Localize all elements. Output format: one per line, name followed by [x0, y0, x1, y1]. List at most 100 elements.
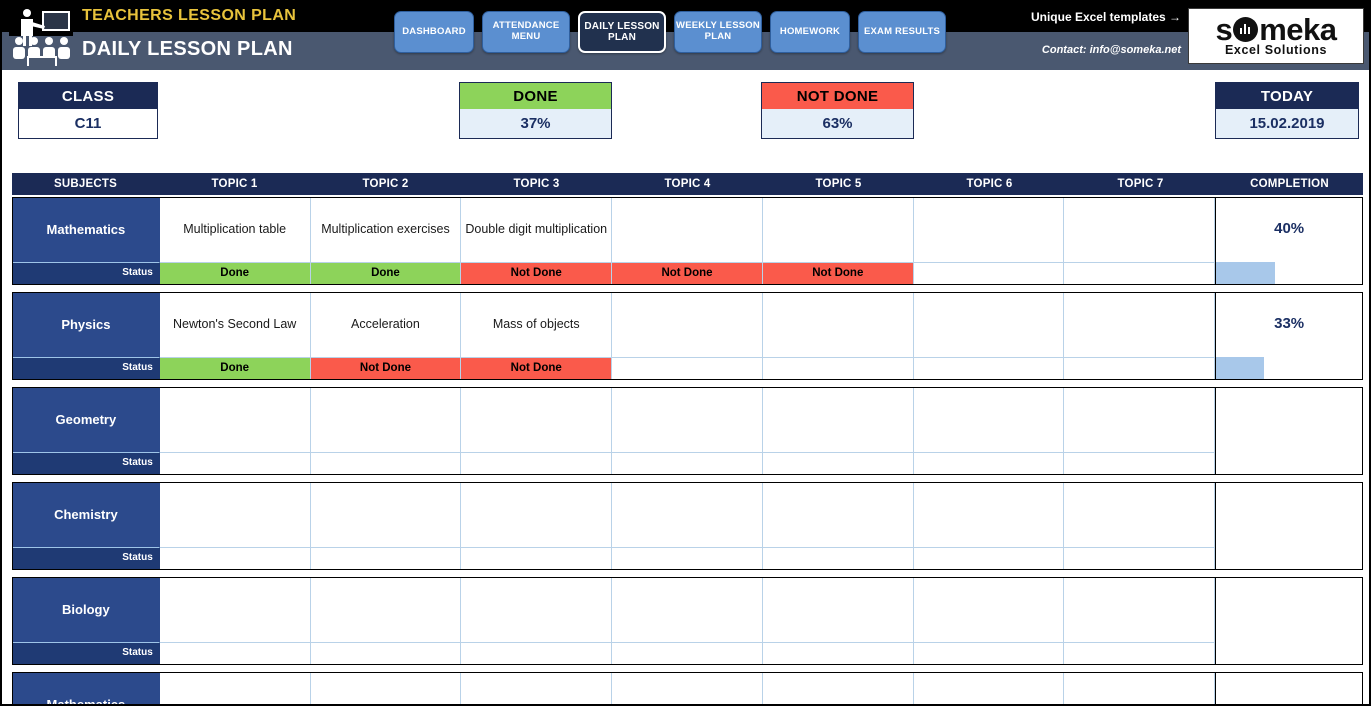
topic-cell[interactable] — [1064, 388, 1216, 452]
subject-group: Mathematics Multiplication table Multiplic… — [12, 197, 1363, 285]
topic-cell[interactable]: Multiplication exercises — [311, 198, 462, 262]
topic-cell[interactable] — [160, 388, 311, 452]
status-cell[interactable] — [1064, 642, 1216, 664]
subject-name-cell[interactable]: Mathematics — [13, 198, 160, 262]
status-cell[interactable] — [1064, 262, 1216, 284]
someka-logo[interactable]: s meka Excel Solutions — [1188, 8, 1364, 64]
nav-button-weekly-lesson-plan[interactable]: WEEKLY LESSON PLAN — [674, 11, 762, 53]
status-cell[interactable]: Not Done — [762, 262, 914, 284]
logo-wordmark: s meka — [1215, 14, 1337, 45]
nav-button-daily-lesson-plan[interactable]: DAILY LESSON PLAN — [578, 11, 666, 53]
topic-cell[interactable] — [612, 388, 763, 452]
status-cell[interactable] — [310, 547, 462, 569]
topic-cell[interactable] — [1064, 198, 1216, 262]
topic-cell[interactable] — [612, 293, 763, 357]
nav-button-homework[interactable]: HOMEWORK — [770, 11, 850, 53]
topic-cell[interactable] — [612, 198, 763, 262]
subject-name-cell[interactable]: Biology — [13, 578, 160, 642]
topic-cell[interactable] — [763, 388, 914, 452]
status-cell[interactable] — [612, 642, 763, 664]
status-label: Status — [13, 262, 160, 284]
topic-cell[interactable]: Newton's Second Law — [160, 293, 311, 357]
subject-name-cell[interactable]: Geometry — [13, 388, 160, 452]
topic-cell[interactable] — [914, 578, 1065, 642]
status-cell[interactable] — [913, 357, 1065, 379]
status-cell[interactable]: Done — [159, 262, 311, 284]
status-cell[interactable] — [1064, 357, 1216, 379]
topic-cell[interactable] — [461, 483, 613, 547]
topic-cell[interactable] — [914, 293, 1065, 357]
status-cell[interactable] — [762, 642, 914, 664]
status-cell[interactable] — [461, 547, 613, 569]
topic-cell[interactable] — [461, 578, 613, 642]
topic-cell[interactable] — [1064, 293, 1216, 357]
topic-cell[interactable] — [612, 673, 763, 704]
status-row: Status Done Done Not Done Not Done Not Done — [13, 262, 1363, 284]
status-cell[interactable] — [762, 547, 914, 569]
status-cell[interactable] — [913, 452, 1065, 474]
completion-progress-bar — [1215, 452, 1363, 474]
nav-button-attendance-menu[interactable]: ATTENDANCE MENU — [482, 11, 570, 53]
topic-cell[interactable] — [1064, 578, 1216, 642]
subject-name-cell[interactable]: Mathematics — [13, 673, 160, 704]
topic-cell[interactable]: Multiplication table — [160, 198, 311, 262]
nav-button-dashboard[interactable]: DASHBOARD — [394, 11, 474, 53]
status-cell[interactable] — [612, 547, 763, 569]
status-cell[interactable]: Not Done — [461, 262, 613, 284]
status-cell[interactable] — [1064, 452, 1216, 474]
topic-cell[interactable] — [311, 388, 462, 452]
topic-cell[interactable] — [914, 198, 1065, 262]
topic-cell[interactable] — [160, 578, 311, 642]
topic-cell[interactable] — [763, 483, 914, 547]
topic-cell[interactable] — [311, 578, 462, 642]
topic-cell[interactable] — [612, 578, 763, 642]
topic-cell[interactable]: Acceleration — [311, 293, 462, 357]
topic-cell[interactable] — [461, 673, 613, 704]
topic-cell[interactable] — [311, 673, 462, 704]
status-cell[interactable] — [913, 642, 1065, 664]
status-cell[interactable] — [612, 357, 763, 379]
status-cell[interactable] — [310, 452, 462, 474]
column-header-topic-7: TOPIC 7 — [1117, 178, 1164, 190]
status-cell[interactable] — [913, 547, 1065, 569]
status-cell[interactable]: Not Done — [310, 357, 462, 379]
subject-name-cell[interactable]: Physics — [13, 293, 160, 357]
status-cell[interactable] — [159, 452, 311, 474]
status-cell[interactable] — [461, 452, 613, 474]
status-cell[interactable]: Done — [310, 262, 462, 284]
status-cell[interactable] — [762, 357, 914, 379]
topic-cell[interactable] — [160, 483, 311, 547]
topic-cell[interactable] — [914, 388, 1065, 452]
topic-cell[interactable] — [1064, 483, 1216, 547]
subject-name-cell[interactable]: Chemistry — [13, 483, 160, 547]
topic-cell[interactable] — [914, 673, 1065, 704]
topic-cell[interactable] — [461, 388, 613, 452]
status-cell[interactable] — [461, 642, 613, 664]
topic-cell[interactable] — [612, 483, 763, 547]
topic-cell[interactable]: Mass of objects — [461, 293, 613, 357]
class-card-value[interactable]: C11 — [19, 109, 157, 138]
topic-cell[interactable] — [914, 483, 1065, 547]
today-card-value: 15.02.2019 — [1216, 109, 1358, 138]
topic-cell[interactable] — [1064, 673, 1216, 704]
topic-cell[interactable] — [763, 578, 914, 642]
status-cell[interactable] — [913, 262, 1065, 284]
table-row: Geometry — [13, 388, 1362, 452]
status-cell[interactable]: Not Done — [612, 262, 763, 284]
status-cell[interactable] — [1064, 547, 1216, 569]
status-cell[interactable] — [310, 642, 462, 664]
topic-cell[interactable] — [763, 673, 914, 704]
status-cell[interactable]: Done — [159, 357, 311, 379]
topic-cell[interactable] — [763, 293, 914, 357]
topic-cell[interactable] — [311, 483, 462, 547]
status-cell[interactable] — [159, 642, 311, 664]
status-cell[interactable]: Not Done — [461, 357, 613, 379]
topic-cell[interactable] — [160, 673, 311, 704]
status-cell[interactable] — [159, 547, 311, 569]
nav-button-exam-results[interactable]: EXAM RESULTS — [858, 11, 946, 53]
completion-percent: 40% — [1274, 220, 1305, 237]
status-cell[interactable] — [762, 452, 914, 474]
status-cell[interactable] — [612, 452, 763, 474]
topic-cell[interactable]: Double digit multiplication — [461, 198, 613, 262]
topic-cell[interactable] — [763, 198, 914, 262]
